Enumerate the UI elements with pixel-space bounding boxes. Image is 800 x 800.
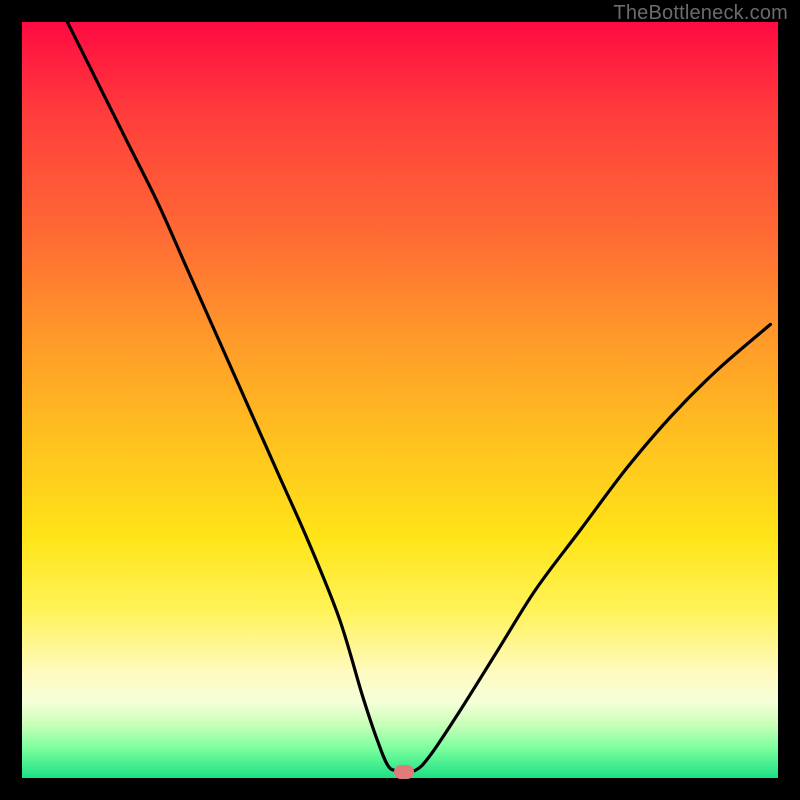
chart-stage: TheBottleneck.com [0,0,800,800]
plot-area [22,22,778,778]
watermark-text: TheBottleneck.com [613,2,788,25]
optimum-marker [394,765,414,779]
bottleneck-curve [22,22,778,778]
